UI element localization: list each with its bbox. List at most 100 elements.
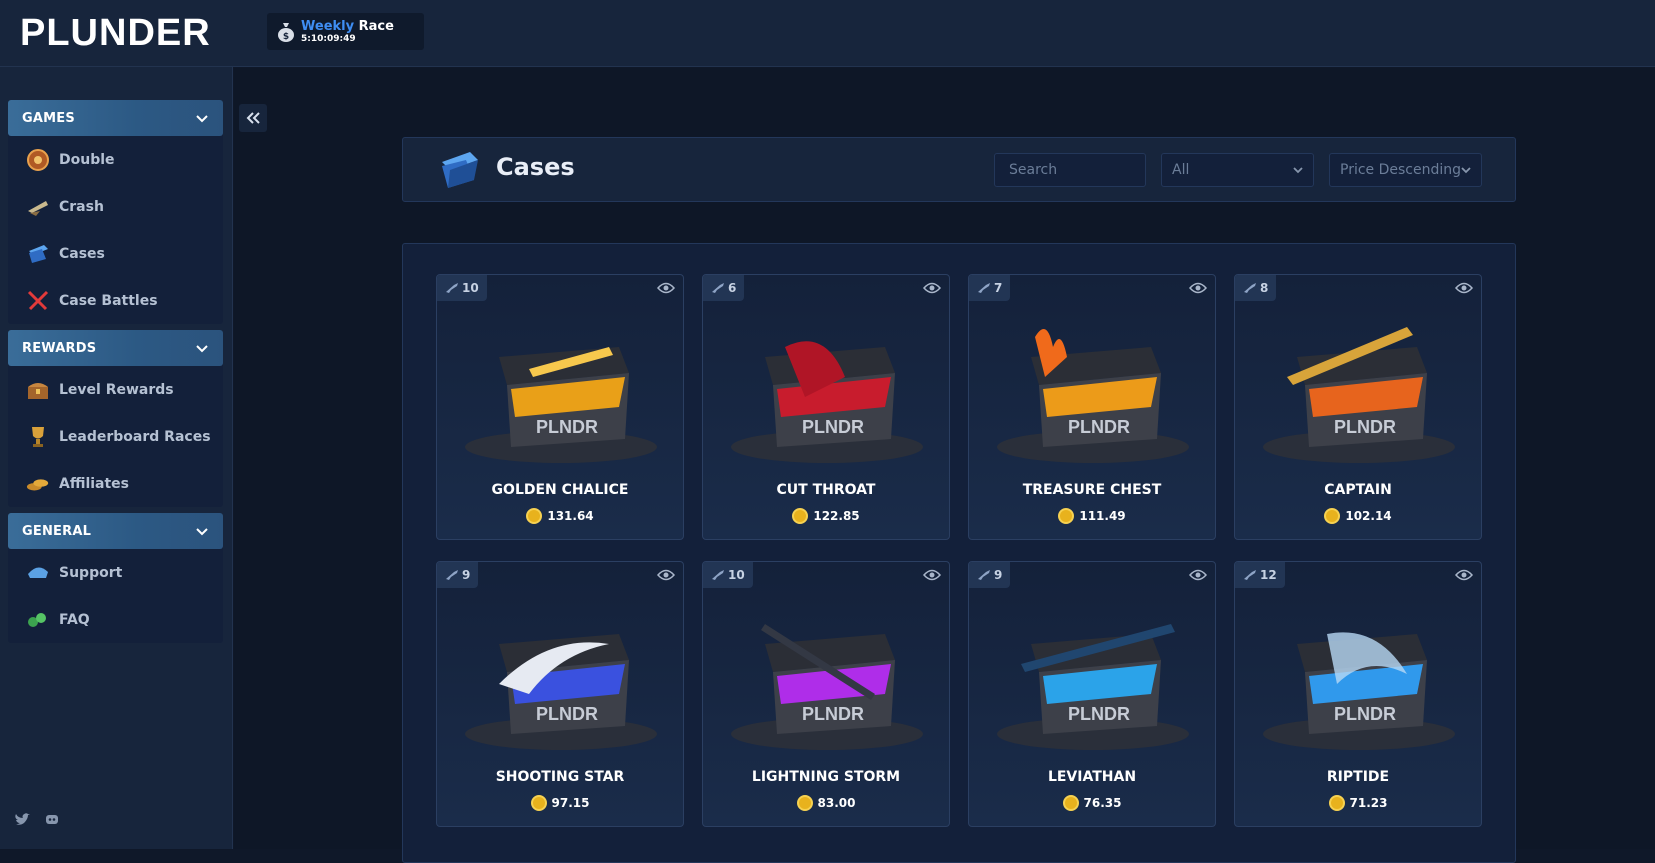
group-header-general[interactable]: GENERAL bbox=[8, 513, 223, 549]
case-image: PLNDR bbox=[997, 329, 1189, 463]
sidebar-item-double[interactable]: Double bbox=[8, 136, 223, 183]
case-card[interactable]: 10 PLNDR GOLDEN CHALICE 131.64 bbox=[436, 274, 684, 540]
coin-icon bbox=[796, 795, 813, 811]
sidebar-item-label: Affiliates bbox=[59, 475, 130, 492]
case-icon bbox=[442, 152, 478, 188]
svg-text:PLNDR: PLNDR bbox=[1334, 704, 1396, 724]
case-name: LEVIATHAN bbox=[1047, 769, 1137, 785]
coin-icon bbox=[1058, 508, 1075, 524]
chevron-down-icon bbox=[196, 115, 208, 123]
group-header-rewards[interactable]: REWARDS bbox=[8, 330, 223, 366]
coins-icon bbox=[26, 472, 50, 496]
chevron-down-icon bbox=[1293, 167, 1303, 174]
sidebar-item-label: Double bbox=[59, 151, 115, 168]
case-name: SHOOTING STAR bbox=[495, 769, 625, 785]
case-image: PLNDR bbox=[731, 624, 923, 750]
chevron-down-icon bbox=[196, 528, 208, 536]
sidebar-item-case-battles[interactable]: Case Battles bbox=[8, 277, 223, 324]
sidebar-item-faq[interactable]: FAQ bbox=[8, 596, 223, 643]
eye-icon[interactable] bbox=[657, 568, 675, 582]
case-card[interactable]: 10 PLNDR LIGHTNING STORM 83.00 bbox=[702, 561, 950, 827]
collapse-sidebar-button[interactable] bbox=[239, 104, 267, 132]
case-image: PLNDR bbox=[997, 624, 1189, 750]
sidebar-item-label: Case Battles bbox=[59, 292, 158, 309]
eye-icon[interactable] bbox=[923, 281, 941, 295]
item-count-badge: 12 bbox=[1235, 562, 1285, 588]
faq-icon bbox=[26, 608, 50, 632]
discord-icon[interactable] bbox=[44, 813, 60, 829]
case-name: CUT THROAT bbox=[776, 482, 876, 498]
svg-text:PLNDR: PLNDR bbox=[802, 704, 864, 724]
coin-icon bbox=[1062, 795, 1079, 811]
rifle-icon bbox=[978, 283, 990, 293]
case-image: PLNDR bbox=[465, 347, 657, 463]
cases-header: Cases All Price Descending bbox=[402, 137, 1516, 202]
case-price: 131.64 bbox=[437, 508, 683, 524]
svg-text:PLNDR: PLNDR bbox=[536, 417, 598, 437]
case-card[interactable]: 8 PLNDR CAPTAIN 102.14 bbox=[1234, 274, 1482, 540]
group-header-games[interactable]: GAMES bbox=[8, 100, 223, 136]
case-card[interactable]: 6 PLNDR CUT THROAT 122.85 bbox=[702, 274, 950, 540]
case-price: 97.15 bbox=[437, 795, 683, 811]
sidebar-item-label: Leaderboard Races bbox=[59, 428, 211, 445]
eye-icon[interactable] bbox=[657, 281, 675, 295]
case-name: LIGHTNING STORM bbox=[751, 769, 901, 785]
double-chevron-left-icon bbox=[246, 112, 260, 124]
case-card[interactable]: 9 PLNDR SHOOTING STAR 97.15 bbox=[436, 561, 684, 827]
case-card[interactable]: 7 PLNDR TREASURE CHEST 111.49 bbox=[968, 274, 1216, 540]
coin-icon bbox=[1328, 795, 1345, 811]
weekly-race-widget[interactable]: $ Weekly Race 5:10:09:49 bbox=[267, 13, 424, 50]
case-card[interactable]: 9 PLNDR LEVIATHAN 76.35 bbox=[968, 561, 1216, 827]
item-count-badge: 9 bbox=[969, 562, 1011, 588]
sidebar-group-games: GAMES Double Crash Cases Case Battles bbox=[8, 100, 223, 324]
item-count-badge: 6 bbox=[703, 275, 745, 301]
sidebar: GAMES Double Crash Cases Case Battles RE… bbox=[0, 67, 233, 849]
case-name: CAPTAIN bbox=[1324, 482, 1392, 498]
eye-icon[interactable] bbox=[1455, 281, 1473, 295]
race-highlight: Weekly bbox=[301, 18, 355, 34]
rifle-icon bbox=[978, 570, 990, 580]
case-name: TREASURE CHEST bbox=[1022, 482, 1162, 498]
coin-icon bbox=[1324, 508, 1341, 524]
sidebar-item-label: Level Rewards bbox=[59, 381, 174, 398]
trophy-icon bbox=[26, 425, 50, 449]
search-input[interactable] bbox=[994, 153, 1146, 187]
case-name: GOLDEN CHALICE bbox=[491, 482, 629, 498]
case-price: 122.85 bbox=[703, 508, 949, 524]
select-value: Price Descending bbox=[1340, 162, 1462, 178]
eye-icon[interactable] bbox=[923, 568, 941, 582]
group-title: GENERAL bbox=[22, 523, 92, 539]
race-name: Race bbox=[358, 18, 394, 34]
twitter-icon[interactable] bbox=[14, 813, 30, 829]
sidebar-item-label: Crash bbox=[59, 198, 104, 215]
item-count-badge: 9 bbox=[437, 562, 479, 588]
eye-icon[interactable] bbox=[1455, 568, 1473, 582]
sidebar-item-leaderboard-races[interactable]: Leaderboard Races bbox=[8, 413, 223, 460]
rifle-icon bbox=[1244, 283, 1256, 293]
svg-text:$: $ bbox=[283, 32, 289, 42]
sidebar-item-affiliates[interactable]: Affiliates bbox=[8, 460, 223, 507]
case-image: PLNDR bbox=[731, 341, 923, 463]
svg-text:PLNDR: PLNDR bbox=[802, 417, 864, 437]
sidebar-item-cases[interactable]: Cases bbox=[8, 230, 223, 277]
item-count-badge: 10 bbox=[437, 275, 487, 301]
item-count-badge: 8 bbox=[1235, 275, 1277, 301]
rifle-icon bbox=[446, 283, 458, 293]
eye-icon[interactable] bbox=[1189, 568, 1207, 582]
sort-select[interactable]: Price Descending bbox=[1329, 153, 1482, 187]
rifle-icon bbox=[712, 283, 724, 293]
case-icon bbox=[26, 242, 50, 266]
case-card[interactable]: 12 PLNDR RIPTIDE 71.23 bbox=[1234, 561, 1482, 827]
roulette-icon bbox=[26, 148, 50, 172]
plunder-logo[interactable]: PLUNDER bbox=[20, 12, 212, 54]
treasure-chest-icon bbox=[26, 378, 50, 402]
sidebar-item-support[interactable]: Support bbox=[8, 549, 223, 596]
chevron-down-icon bbox=[196, 345, 208, 353]
rifle-icon bbox=[446, 570, 458, 580]
case-price: 83.00 bbox=[703, 795, 949, 811]
sidebar-item-crash[interactable]: Crash bbox=[8, 183, 223, 230]
category-filter-select[interactable]: All bbox=[1161, 153, 1314, 187]
case-name: RIPTIDE bbox=[1326, 769, 1390, 785]
sidebar-item-level-rewards[interactable]: Level Rewards bbox=[8, 366, 223, 413]
eye-icon[interactable] bbox=[1189, 281, 1207, 295]
